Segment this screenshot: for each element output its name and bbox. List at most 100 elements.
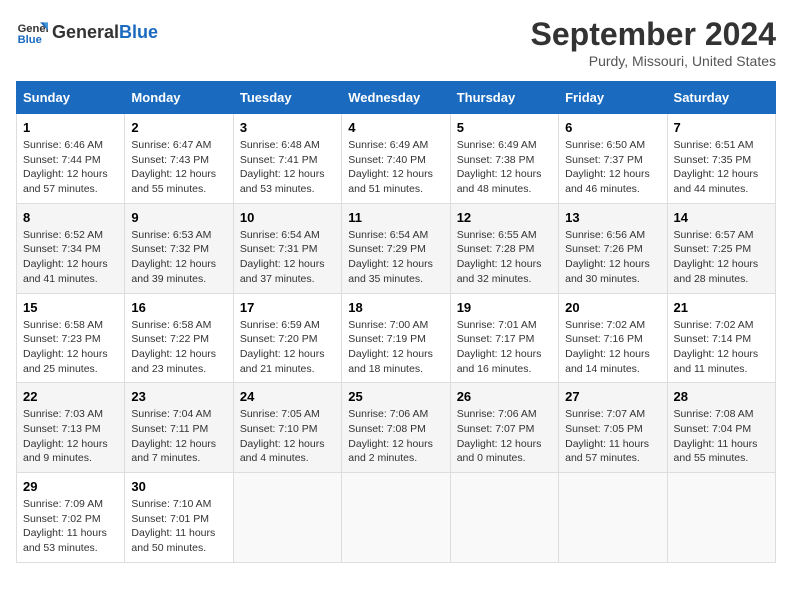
day-number: 21 (674, 300, 769, 315)
day-cell: 20Sunrise: 7:02 AM Sunset: 7:16 PM Dayli… (559, 293, 667, 383)
day-number: 12 (457, 210, 552, 225)
day-number: 4 (348, 120, 443, 135)
day-cell: 7 Sunrise: 6:51 AM Sunset: 7:35 PM Daylig… (667, 114, 775, 204)
day-number: 17 (240, 300, 335, 315)
day-cell: 28 Sunrise: 7:08 AM Sunset: 7:04 PM Dayli… (667, 383, 775, 473)
subtitle: Purdy, Missouri, United States (531, 53, 776, 69)
day-number: 7 (674, 120, 769, 135)
col-header-monday: Monday (125, 82, 233, 114)
day-cell (667, 473, 775, 563)
week-row-4: 22 Sunrise: 7:03 AM Sunset: 7:13 PM Dayli… (17, 383, 776, 473)
logo-general: General (52, 22, 119, 43)
day-number: 23 (131, 389, 226, 404)
day-info: Sunrise: 7:00 AM Sunset: 7:19 PM Dayligh… (348, 318, 443, 377)
day-number: 29 (23, 479, 118, 494)
day-cell: 26 Sunrise: 7:06 AM Sunset: 7:07 PM Dayli… (450, 383, 558, 473)
day-cell: 12 Sunrise: 6:55 AM Sunset: 7:28 PM Dayli… (450, 203, 558, 293)
day-info: Sunrise: 7:07 AM Sunset: 7:05 PM Dayligh… (565, 407, 660, 466)
logo-icon: General Blue (16, 16, 48, 48)
day-cell: 21 Sunrise: 7:02 AM Sunset: 7:14 PM Dayli… (667, 293, 775, 383)
title-area: September 2024 Purdy, Missouri, United S… (531, 16, 776, 69)
day-cell: 18 Sunrise: 7:00 AM Sunset: 7:19 PM Dayli… (342, 293, 450, 383)
header-row: SundayMondayTuesdayWednesdayThursdayFrid… (17, 82, 776, 114)
day-number: 22 (23, 389, 118, 404)
day-cell: 17 Sunrise: 6:59 AM Sunset: 7:20 PM Dayli… (233, 293, 341, 383)
day-info: Sunrise: 6:55 AM Sunset: 7:28 PM Dayligh… (457, 228, 552, 287)
day-number: 18 (348, 300, 443, 315)
day-number: 1 (23, 120, 118, 135)
day-info: Sunrise: 6:54 AM Sunset: 7:29 PM Dayligh… (348, 228, 443, 287)
header: General Blue General Blue September 2024… (16, 16, 776, 69)
col-header-friday: Friday (559, 82, 667, 114)
logo-blue: Blue (119, 22, 158, 43)
day-info: Sunrise: 7:06 AM Sunset: 7:07 PM Dayligh… (457, 407, 552, 466)
day-cell: 27 Sunrise: 7:07 AM Sunset: 7:05 PM Dayli… (559, 383, 667, 473)
day-cell: 15 Sunrise: 6:58 AM Sunset: 7:23 PM Dayli… (17, 293, 125, 383)
col-header-thursday: Thursday (450, 82, 558, 114)
day-cell: 25 Sunrise: 7:06 AM Sunset: 7:08 PM Dayli… (342, 383, 450, 473)
day-number: 10 (240, 210, 335, 225)
day-info: Sunrise: 7:04 AM Sunset: 7:11 PM Dayligh… (131, 407, 226, 466)
col-header-sunday: Sunday (17, 82, 125, 114)
day-cell: 24Sunrise: 7:05 AM Sunset: 7:10 PM Dayli… (233, 383, 341, 473)
day-cell: 13 Sunrise: 6:56 AM Sunset: 7:26 PM Dayli… (559, 203, 667, 293)
day-cell: 22 Sunrise: 7:03 AM Sunset: 7:13 PM Dayli… (17, 383, 125, 473)
col-header-tuesday: Tuesday (233, 82, 341, 114)
day-info: Sunrise: 6:58 AM Sunset: 7:23 PM Dayligh… (23, 318, 118, 377)
day-info: Sunrise: 6:50 AM Sunset: 7:37 PM Dayligh… (565, 138, 660, 197)
day-number: 20 (565, 300, 660, 315)
day-info: Sunrise: 7:09 AM Sunset: 7:02 PM Dayligh… (23, 497, 118, 556)
col-header-wednesday: Wednesday (342, 82, 450, 114)
logo: General Blue General Blue (16, 16, 158, 48)
day-number: 27 (565, 389, 660, 404)
day-info: Sunrise: 6:59 AM Sunset: 7:20 PM Dayligh… (240, 318, 335, 377)
calendar-table: SundayMondayTuesdayWednesdayThursdayFrid… (16, 81, 776, 563)
day-cell: 6 Sunrise: 6:50 AM Sunset: 7:37 PM Daylig… (559, 114, 667, 204)
day-number: 15 (23, 300, 118, 315)
day-info: Sunrise: 7:05 AM Sunset: 7:10 PM Dayligh… (240, 407, 335, 466)
day-number: 25 (348, 389, 443, 404)
day-number: 30 (131, 479, 226, 494)
day-info: Sunrise: 7:06 AM Sunset: 7:08 PM Dayligh… (348, 407, 443, 466)
day-info: Sunrise: 7:03 AM Sunset: 7:13 PM Dayligh… (23, 407, 118, 466)
day-number: 6 (565, 120, 660, 135)
day-number: 26 (457, 389, 552, 404)
day-cell: 8Sunrise: 6:52 AM Sunset: 7:34 PM Daylig… (17, 203, 125, 293)
day-number: 11 (348, 210, 443, 225)
day-info: Sunrise: 7:08 AM Sunset: 7:04 PM Dayligh… (674, 407, 769, 466)
day-info: Sunrise: 7:10 AM Sunset: 7:01 PM Dayligh… (131, 497, 226, 556)
day-number: 19 (457, 300, 552, 315)
day-cell: 14 Sunrise: 6:57 AM Sunset: 7:25 PM Dayli… (667, 203, 775, 293)
day-number: 14 (674, 210, 769, 225)
day-info: Sunrise: 6:54 AM Sunset: 7:31 PM Dayligh… (240, 228, 335, 287)
day-info: Sunrise: 6:58 AM Sunset: 7:22 PM Dayligh… (131, 318, 226, 377)
day-cell: 10 Sunrise: 6:54 AM Sunset: 7:31 PM Dayli… (233, 203, 341, 293)
day-cell (233, 473, 341, 563)
week-row-5: 29 Sunrise: 7:09 AM Sunset: 7:02 PM Dayli… (17, 473, 776, 563)
day-info: Sunrise: 7:02 AM Sunset: 7:14 PM Dayligh… (674, 318, 769, 377)
week-row-1: 1Sunrise: 6:46 AM Sunset: 7:44 PM Daylig… (17, 114, 776, 204)
day-number: 13 (565, 210, 660, 225)
day-info: Sunrise: 6:49 AM Sunset: 7:40 PM Dayligh… (348, 138, 443, 197)
day-info: Sunrise: 6:51 AM Sunset: 7:35 PM Dayligh… (674, 138, 769, 197)
week-row-2: 8Sunrise: 6:52 AM Sunset: 7:34 PM Daylig… (17, 203, 776, 293)
day-cell: 5Sunrise: 6:49 AM Sunset: 7:38 PM Daylig… (450, 114, 558, 204)
week-row-3: 15 Sunrise: 6:58 AM Sunset: 7:23 PM Dayli… (17, 293, 776, 383)
day-cell: 23 Sunrise: 7:04 AM Sunset: 7:11 PM Dayli… (125, 383, 233, 473)
day-cell (342, 473, 450, 563)
day-cell: 3Sunrise: 6:48 AM Sunset: 7:41 PM Daylig… (233, 114, 341, 204)
col-header-saturday: Saturday (667, 82, 775, 114)
main-title: September 2024 (531, 16, 776, 53)
day-info: Sunrise: 7:01 AM Sunset: 7:17 PM Dayligh… (457, 318, 552, 377)
day-number: 16 (131, 300, 226, 315)
day-cell: 11 Sunrise: 6:54 AM Sunset: 7:29 PM Dayli… (342, 203, 450, 293)
day-number: 28 (674, 389, 769, 404)
day-number: 9 (131, 210, 226, 225)
day-cell (450, 473, 558, 563)
day-info: Sunrise: 6:52 AM Sunset: 7:34 PM Dayligh… (23, 228, 118, 287)
day-cell: 2Sunrise: 6:47 AM Sunset: 7:43 PM Daylig… (125, 114, 233, 204)
day-info: Sunrise: 6:56 AM Sunset: 7:26 PM Dayligh… (565, 228, 660, 287)
day-cell: 9Sunrise: 6:53 AM Sunset: 7:32 PM Daylig… (125, 203, 233, 293)
day-cell: 29 Sunrise: 7:09 AM Sunset: 7:02 PM Dayli… (17, 473, 125, 563)
day-info: Sunrise: 6:57 AM Sunset: 7:25 PM Dayligh… (674, 228, 769, 287)
